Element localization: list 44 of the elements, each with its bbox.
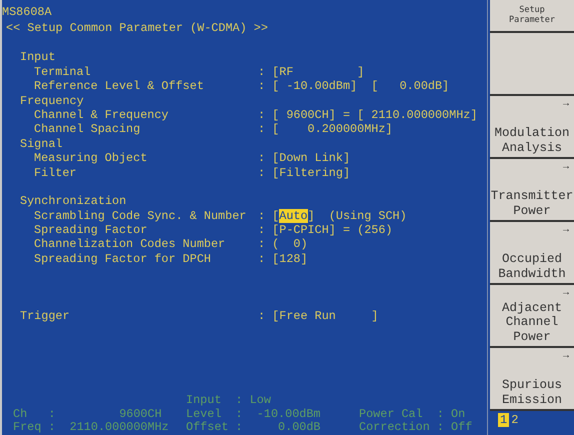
parameter-label: Channel Spacing — [33, 122, 142, 137]
parameter-value[interactable]: : [ -10.00dBm] [ 0.00dB] — [258, 79, 450, 94]
parameter-label: Channelization Codes Number — [33, 237, 226, 252]
parameter-value[interactable]: : [ 0.200000MHz] — [258, 122, 393, 137]
softkey-button[interactable] — [490, 33, 574, 96]
status-text: Offset : 0.00dB — [186, 421, 322, 435]
parameter-value[interactable]: : ( 0) — [258, 237, 308, 252]
softkey-menu-title: Setup Parameter — [490, 0, 574, 33]
parameter-value[interactable]: : [Down Link] — [258, 151, 350, 166]
parameter-label: Measuring Object — [33, 151, 148, 166]
screen-title: << Setup Common Parameter (W-CDMA) >> — [5, 20, 269, 36]
parameter-value[interactable]: : [ 9600CH] = [ 2110.000000MHz] — [258, 108, 478, 122]
status-text: Freq : 2110.000000MHz — [13, 421, 170, 435]
section-heading: Synchronization — [19, 194, 128, 209]
parameter-label: Reference Level & Offset — [33, 79, 205, 94]
status-text: Input : Low — [186, 394, 272, 408]
model-name: MS8608A — [2, 4, 53, 20]
status-text: Ch : 9600CH — [13, 408, 163, 422]
softkey-button[interactable]: → Transmitter Power — [490, 159, 574, 222]
status-text: Correction : Off — [359, 421, 474, 435]
softkey-button[interactable]: → Occupied Bandwidth — [490, 222, 574, 285]
parameter-label: Channel & Frequency — [33, 108, 170, 122]
parameter-value[interactable]: : [RF ] — [258, 64, 364, 80]
page-indicator[interactable]: 1 — [498, 413, 510, 427]
softkey-button[interactable]: → Spurious Emission — [490, 348, 574, 411]
parameter-value[interactable]: : [Auto] (Using SCH) — [258, 208, 407, 224]
section-heading: Trigger — [19, 309, 71, 324]
status-text: Power Cal : On — [359, 408, 466, 422]
parameter-value[interactable]: : [128] — [258, 252, 308, 266]
softkey-button[interactable]: → Modulation Analysis — [490, 96, 574, 159]
status-text: Level : -10.00dBm — [186, 408, 322, 422]
parameter-label: Spreading Factor for DPCH — [33, 252, 212, 266]
page-indicator[interactable]: 2 — [509, 413, 520, 427]
parameter-label: Terminal — [33, 64, 92, 80]
section-heading: Frequency — [19, 94, 85, 108]
parameter-value[interactable]: : [P-CPICH] = (256) — [258, 223, 393, 238]
section-heading: Input — [19, 50, 56, 65]
parameter-value[interactable]: : [Filtering] — [258, 166, 350, 180]
parameter-label: Filter — [33, 166, 78, 180]
parameter-label: Scrambling Code Sync. & Number — [33, 208, 248, 224]
parameter-value[interactable]: : [Free Run ] — [258, 309, 378, 324]
softkey-button[interactable]: → Adjacent Channel Power — [490, 285, 574, 348]
section-heading: Signal — [19, 136, 64, 152]
parameter-label: Spreading Factor — [33, 223, 148, 238]
